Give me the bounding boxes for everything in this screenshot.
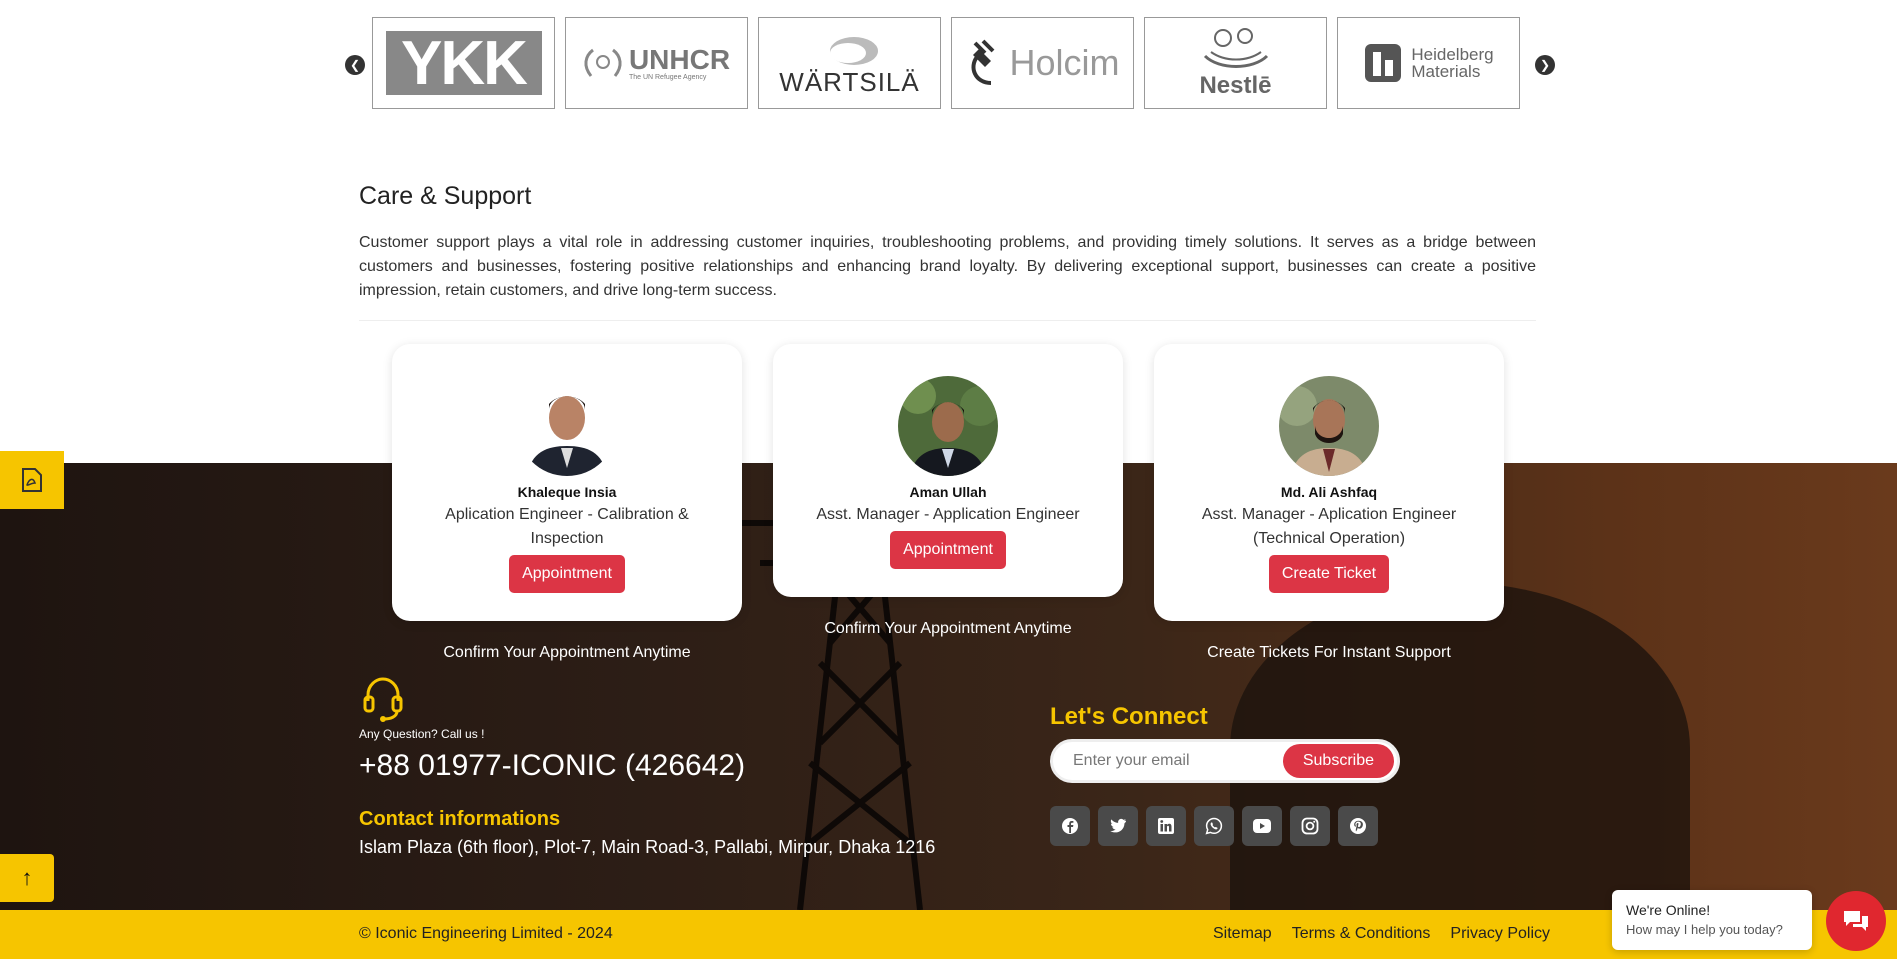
avatar [517, 376, 617, 476]
email-input[interactable] [1073, 752, 1283, 770]
instagram-icon[interactable] [1290, 806, 1330, 846]
card-caption: Create Tickets For Instant Support [1207, 644, 1451, 661]
heidelberg-mark-icon [1365, 44, 1402, 82]
wartsila-swoosh-icon [829, 36, 878, 65]
logo-holcim[interactable]: Holcim [951, 17, 1134, 109]
ykk-logo-text: YKK [385, 29, 542, 98]
footer-links: Sitemap Terms & Conditions Privacy Polic… [1213, 925, 1550, 943]
person-name: Khaleque Insia [517, 484, 617, 500]
staff-card-aman: Aman Ullah Asst. Manager - Application E… [773, 344, 1123, 597]
logo-nestle[interactable]: Nestlē [1144, 17, 1327, 109]
heidelberg-logo: Heidelberg Materials [1363, 42, 1494, 84]
youtube-icon[interactable] [1242, 806, 1282, 846]
create-ticket-button[interactable]: Create Ticket [1268, 555, 1390, 593]
chat-icon [1844, 911, 1868, 931]
holcim-logo: Holcim [965, 37, 1120, 89]
logo-ykk[interactable]: YKK [372, 17, 555, 109]
connect-heading: Let's Connect [1050, 703, 1208, 730]
person-role: Aplication Engineer - Calibration & Insp… [445, 506, 689, 547]
linkedin-icon[interactable] [1146, 806, 1186, 846]
logo-heidelberg[interactable]: Heidelberg Materials [1337, 17, 1520, 109]
chat-open-button[interactable] [1826, 891, 1886, 951]
phone-number[interactable]: +88 01977-ICONIC (426642) [359, 749, 745, 783]
person-name: Md. Ali Ashfaq [1280, 484, 1378, 500]
staff-card-ashfaq: Md. Ali Ashfaq Asst. Manager - Aplicatio… [1154, 344, 1504, 621]
whatsapp-icon[interactable] [1194, 806, 1234, 846]
heidelberg-logo-line2: Materials [1411, 62, 1481, 81]
care-support-text: Customer support plays a vital role in a… [359, 234, 1536, 299]
person-name: Aman Ullah [909, 484, 987, 500]
pdf-icon [22, 468, 42, 492]
care-support-section: Care & Support Customer support plays a … [359, 182, 1536, 303]
staff-card-khaleque: Khaleque Insia Aplication Engineer - Cal… [392, 344, 742, 621]
contact-address: Islam Plaza (6th floor), Plot-7, Main Ro… [359, 837, 936, 857]
chat-subtitle: How may I help you today? [1626, 922, 1783, 937]
headset-icon [363, 677, 403, 722]
laurel-icon [584, 48, 622, 77]
person-role: Asst. Manager - Application Engineer [816, 506, 1080, 523]
partner-logo-carousel: ❮ YKK UNHCR The UN Refugee Agency WÄRTSI… [345, 17, 1555, 111]
wartsila-logo: WÄRTSILÄ [779, 29, 919, 98]
appointment-button[interactable]: Appointment [890, 531, 1006, 569]
avatar [898, 376, 998, 476]
scroll-to-top-button[interactable]: ↑ [0, 854, 54, 902]
pdf-download-button[interactable] [0, 451, 64, 509]
person-role: Asst. Manager - Aplication Engineer (Tec… [1201, 506, 1457, 547]
card-caption: Confirm Your Appointment Anytime [824, 620, 1072, 637]
call-us-label: Any Question? Call us ! [359, 727, 485, 741]
heidelberg-logo-line1: Heidelberg [1411, 45, 1494, 64]
social-links [1050, 806, 1378, 846]
sitemap-link[interactable]: Sitemap [1213, 925, 1272, 943]
unhcr-logo-text: UNHCR [628, 43, 731, 75]
holcim-logo-text: Holcim [1009, 42, 1120, 83]
logo-wartsila[interactable]: WÄRTSILÄ [758, 17, 941, 109]
twitter-icon[interactable] [1098, 806, 1138, 846]
avatar [1279, 376, 1379, 476]
nestle-nest-icon [1203, 28, 1268, 68]
chevron-right-icon[interactable]: ❯ [1535, 55, 1555, 75]
wartsila-logo-text: WÄRTSILÄ [779, 66, 920, 97]
section-divider [359, 320, 1536, 321]
subscribe-button[interactable]: Subscribe [1282, 744, 1394, 778]
privacy-link[interactable]: Privacy Policy [1450, 925, 1550, 943]
contact-heading: Contact informations [359, 808, 561, 830]
arrow-up-icon: ↑ [21, 865, 33, 890]
copyright-text: © Iconic Engineering Limited - 2024 [359, 925, 613, 942]
nestle-logo: Nestlē [1199, 26, 1273, 100]
unhcr-logo: UNHCR The UN Refugee Agency [583, 43, 731, 81]
card-caption: Confirm Your Appointment Anytime [443, 644, 691, 661]
appointment-button[interactable]: Appointment [509, 555, 625, 593]
chevron-left-icon[interactable]: ❮ [345, 55, 365, 75]
facebook-icon[interactable] [1050, 806, 1090, 846]
care-support-title: Care & Support [359, 182, 532, 210]
logo-unhcr[interactable]: UNHCR The UN Refugee Agency [565, 17, 748, 109]
pinterest-icon[interactable] [1338, 806, 1378, 846]
chat-title: We're Online! [1626, 902, 1711, 918]
holcim-plug-icon [972, 39, 995, 85]
subscribe-form: Subscribe [1050, 739, 1400, 783]
nestle-logo-text: Nestlē [1199, 72, 1272, 99]
terms-link[interactable]: Terms & Conditions [1292, 925, 1431, 943]
unhcr-logo-sub: The UN Refugee Agency [628, 73, 707, 81]
chat-greeting[interactable]: We're Online! How may I help you today? [1612, 890, 1812, 950]
